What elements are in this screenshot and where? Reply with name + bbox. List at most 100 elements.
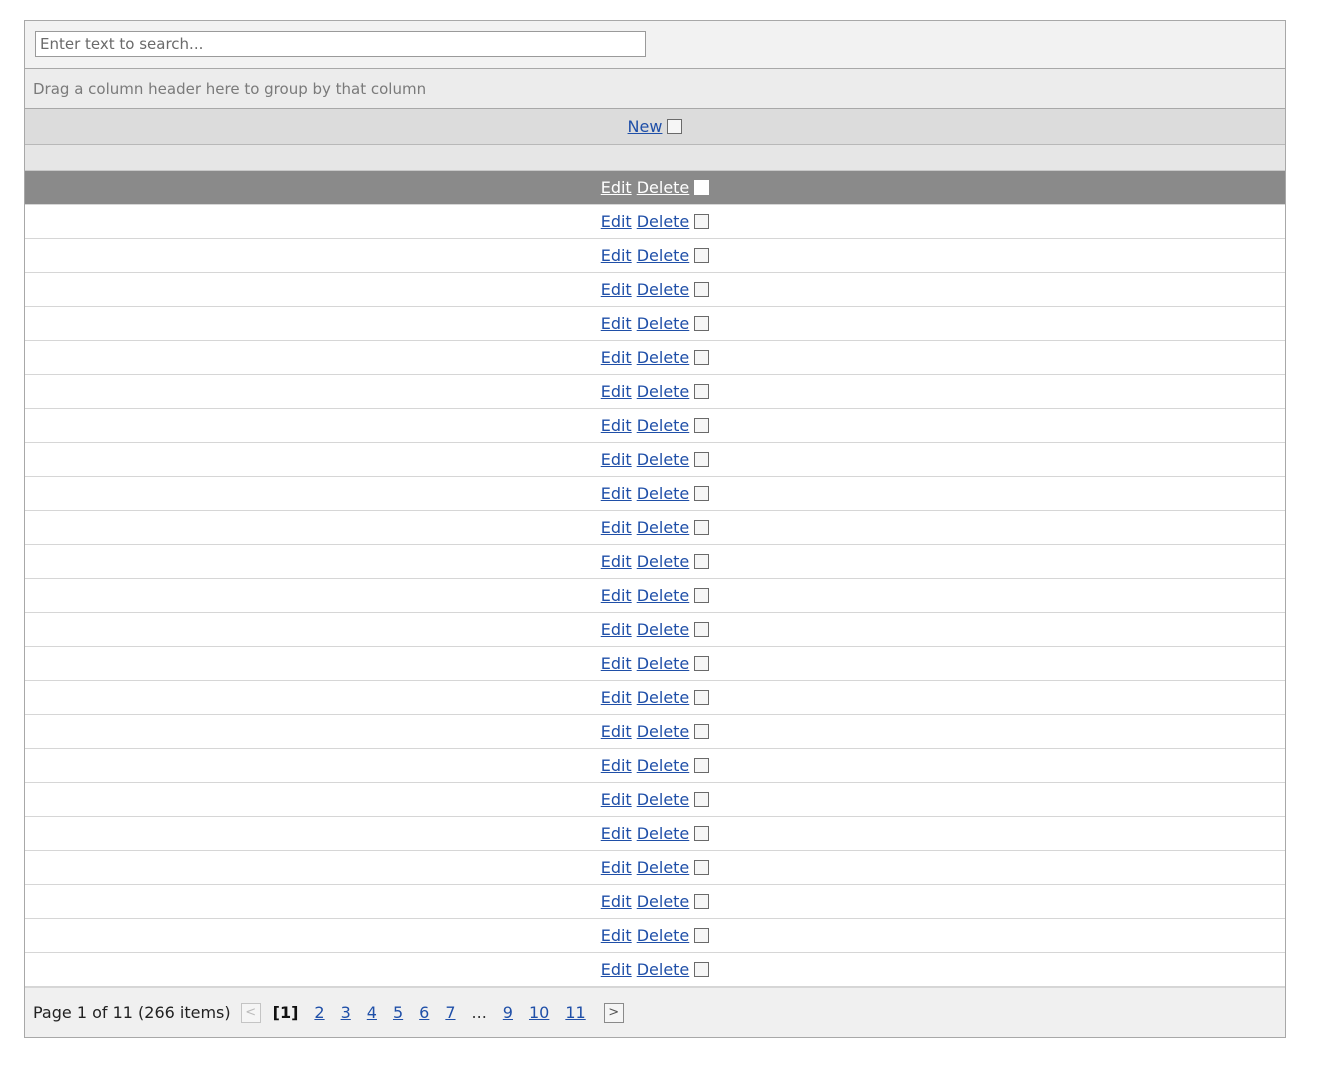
table-row[interactable]: Edit Delete (25, 171, 1285, 205)
row-select-checkbox[interactable] (694, 622, 710, 637)
delete-button[interactable]: Delete (637, 178, 690, 197)
row-select-checkbox[interactable] (694, 792, 710, 807)
table-row[interactable]: Edit Delete (25, 953, 1285, 987)
table-row[interactable]: Edit Delete (25, 749, 1285, 783)
delete-button[interactable]: Delete (637, 756, 690, 775)
edit-button[interactable]: Edit (601, 518, 632, 537)
edit-button[interactable]: Edit (601, 756, 632, 775)
delete-button[interactable]: Delete (637, 518, 690, 537)
select-all-checkbox[interactable] (667, 119, 683, 134)
chevron-left-icon[interactable]: < (240, 1002, 261, 1023)
delete-button[interactable]: Delete (637, 892, 690, 911)
pager-page-link[interactable]: 4 (367, 1003, 377, 1022)
delete-button[interactable]: Delete (637, 790, 690, 809)
delete-button[interactable]: Delete (637, 620, 690, 639)
row-select-checkbox[interactable] (694, 928, 710, 943)
edit-button[interactable]: Edit (601, 960, 632, 979)
edit-button[interactable]: Edit (601, 212, 632, 231)
table-row[interactable]: Edit Delete (25, 579, 1285, 613)
row-select-checkbox[interactable] (694, 724, 710, 739)
table-row[interactable]: Edit Delete (25, 681, 1285, 715)
row-select-checkbox[interactable] (694, 894, 710, 909)
row-select-checkbox[interactable] (694, 418, 710, 433)
row-select-checkbox[interactable] (694, 350, 710, 365)
row-select-checkbox[interactable] (694, 248, 710, 263)
search-input[interactable] (35, 31, 646, 57)
delete-button[interactable]: Delete (637, 858, 690, 877)
edit-button[interactable]: Edit (601, 620, 632, 639)
row-select-checkbox[interactable] (694, 452, 710, 467)
table-row[interactable]: Edit Delete (25, 341, 1285, 375)
table-row[interactable]: Edit Delete (25, 443, 1285, 477)
delete-button[interactable]: Delete (637, 314, 690, 333)
table-row[interactable]: Edit Delete (25, 375, 1285, 409)
edit-button[interactable]: Edit (601, 382, 632, 401)
edit-button[interactable]: Edit (601, 348, 632, 367)
delete-button[interactable]: Delete (637, 348, 690, 367)
table-row[interactable]: Edit Delete (25, 477, 1285, 511)
row-select-checkbox[interactable] (694, 282, 710, 297)
table-row[interactable]: Edit Delete (25, 613, 1285, 647)
new-button[interactable]: New (628, 117, 663, 136)
edit-button[interactable]: Edit (601, 722, 632, 741)
delete-button[interactable]: Delete (637, 450, 690, 469)
edit-button[interactable]: Edit (601, 450, 632, 469)
edit-button[interactable]: Edit (601, 552, 632, 571)
row-select-checkbox[interactable] (694, 486, 710, 501)
pager-page-link[interactable]: 5 (393, 1003, 403, 1022)
row-select-checkbox[interactable] (694, 384, 710, 399)
pager-page-link[interactable]: 6 (419, 1003, 429, 1022)
edit-button[interactable]: Edit (601, 790, 632, 809)
edit-button[interactable]: Edit (601, 280, 632, 299)
edit-button[interactable]: Edit (601, 416, 632, 435)
row-select-checkbox[interactable] (694, 520, 710, 535)
edit-button[interactable]: Edit (601, 858, 632, 877)
chevron-right-icon[interactable]: > (603, 1002, 624, 1023)
table-row[interactable]: Edit Delete (25, 273, 1285, 307)
edit-button[interactable]: Edit (601, 824, 632, 843)
row-select-checkbox[interactable] (694, 860, 710, 875)
row-select-checkbox[interactable] (694, 690, 710, 705)
delete-button[interactable]: Delete (637, 926, 690, 945)
edit-button[interactable]: Edit (601, 484, 632, 503)
row-select-checkbox[interactable] (694, 962, 710, 977)
pager-page-link[interactable]: 7 (445, 1003, 455, 1022)
edit-button[interactable]: Edit (601, 314, 632, 333)
delete-button[interactable]: Delete (637, 654, 690, 673)
row-select-checkbox[interactable] (694, 588, 710, 603)
table-row[interactable]: Edit Delete (25, 545, 1285, 579)
delete-button[interactable]: Delete (637, 688, 690, 707)
pager-page-link[interactable]: 9 (503, 1003, 513, 1022)
group-panel[interactable]: Drag a column header here to group by th… (25, 69, 1285, 109)
table-row[interactable]: Edit Delete (25, 885, 1285, 919)
edit-button[interactable]: Edit (601, 246, 632, 265)
table-row[interactable]: Edit Delete (25, 239, 1285, 273)
row-select-checkbox[interactable] (694, 656, 710, 671)
delete-button[interactable]: Delete (637, 824, 690, 843)
row-select-checkbox[interactable] (694, 826, 710, 841)
delete-button[interactable]: Delete (637, 212, 690, 231)
table-row[interactable]: Edit Delete (25, 647, 1285, 681)
row-select-checkbox[interactable] (694, 214, 710, 229)
edit-button[interactable]: Edit (601, 892, 632, 911)
table-row[interactable]: Edit Delete (25, 783, 1285, 817)
table-row[interactable]: Edit Delete (25, 511, 1285, 545)
row-select-checkbox[interactable] (694, 758, 710, 773)
edit-button[interactable]: Edit (601, 926, 632, 945)
table-row[interactable]: Edit Delete (25, 715, 1285, 749)
row-select-checkbox[interactable] (694, 180, 710, 195)
delete-button[interactable]: Delete (637, 722, 690, 741)
table-row[interactable]: Edit Delete (25, 205, 1285, 239)
delete-button[interactable]: Delete (637, 382, 690, 401)
table-row[interactable]: Edit Delete (25, 851, 1285, 885)
table-row[interactable]: Edit Delete (25, 817, 1285, 851)
delete-button[interactable]: Delete (637, 586, 690, 605)
pager-page-link[interactable]: 11 (565, 1003, 585, 1022)
delete-button[interactable]: Delete (637, 246, 690, 265)
delete-button[interactable]: Delete (637, 960, 690, 979)
edit-button[interactable]: Edit (601, 178, 632, 197)
delete-button[interactable]: Delete (637, 484, 690, 503)
table-row[interactable]: Edit Delete (25, 919, 1285, 953)
pager-page-link[interactable]: 3 (341, 1003, 351, 1022)
edit-button[interactable]: Edit (601, 654, 632, 673)
